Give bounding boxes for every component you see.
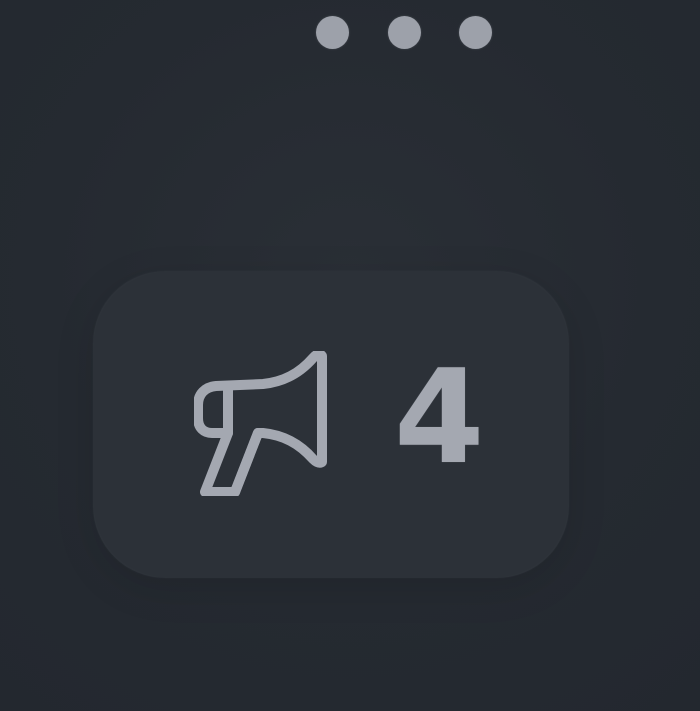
announcement-notification-card[interactable] xyxy=(93,271,569,578)
more-options-button[interactable] xyxy=(316,10,492,54)
notification-count: 4 xyxy=(394,341,484,493)
notification-screen: 4 xyxy=(0,0,700,711)
megaphone-icon xyxy=(194,351,327,496)
more-dot-icon xyxy=(459,15,492,49)
more-dot-icon xyxy=(316,15,349,49)
more-dot-icon xyxy=(387,15,421,49)
